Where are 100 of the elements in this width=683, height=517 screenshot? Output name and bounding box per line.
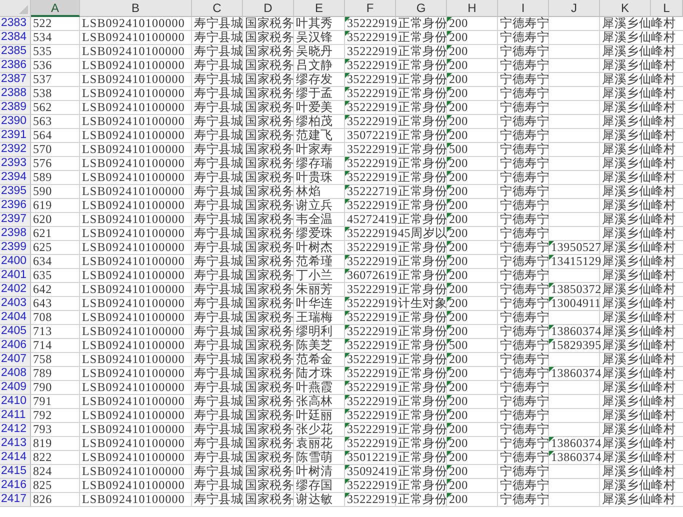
table-cell: 叶树杰 — [294, 241, 345, 255]
column-header[interactable]: G — [396, 0, 447, 17]
table-cell: LSB092410100000 — [80, 171, 192, 185]
table-cell: 韦全温 — [294, 213, 345, 227]
row-header[interactable]: 2389 — [0, 101, 31, 115]
row-header[interactable]: 2392 — [0, 143, 31, 157]
row-header[interactable]: 2397 — [0, 213, 31, 227]
select-all-icon[interactable] — [19, 5, 28, 14]
column-header[interactable]: D — [243, 0, 294, 17]
row-header[interactable]: 2408 — [0, 367, 31, 381]
table-cell: 叶华连 — [294, 297, 345, 311]
table-cell: 正常身份 — [396, 101, 447, 115]
table-cell: 正常身份 — [396, 213, 447, 227]
row-header[interactable]: 2399 — [0, 241, 31, 255]
row-header[interactable]: 2406 — [0, 339, 31, 353]
table-cell: 200 — [447, 409, 498, 423]
table-cell: 国家税务 — [243, 115, 294, 129]
column-header[interactable]: E — [294, 0, 345, 17]
table-cell: 正常身份 — [396, 45, 447, 59]
table-cell: 犀溪乡仙峰村 — [600, 59, 683, 73]
row-header[interactable]: 2394 — [0, 171, 31, 185]
table-cell: 537 — [31, 73, 80, 87]
table-cell: LSB092410100000 — [80, 297, 192, 311]
table-cell: 宁德寿宁 — [498, 185, 549, 199]
table-cell: 国家税务 — [243, 213, 294, 227]
row-header[interactable]: 2410 — [0, 395, 31, 409]
table-cell: 陆才珠 — [294, 367, 345, 381]
table-cell: LSB092410100000 — [80, 129, 192, 143]
column-header[interactable]: H — [447, 0, 498, 17]
table-cell: 朱丽芳 — [294, 283, 345, 297]
table-cell: 寿宁县城 — [192, 339, 243, 353]
column-header[interactable]: A — [31, 0, 80, 17]
table-cell: 35092419 — [345, 465, 396, 479]
table-cell: 564 — [31, 129, 80, 143]
table-cell: 正常身份 — [396, 31, 447, 45]
row-header[interactable]: 2413 — [0, 437, 31, 451]
table-cell: 200 — [447, 199, 498, 213]
row-header[interactable]: 2391 — [0, 129, 31, 143]
row-header[interactable]: 2400 — [0, 255, 31, 269]
row-header[interactable]: 2402 — [0, 283, 31, 297]
row-header[interactable]: 2412 — [0, 423, 31, 437]
error-indicator-icon — [549, 283, 554, 288]
table-cell: 寿宁县城 — [192, 143, 243, 157]
row-header[interactable]: 2414 — [0, 451, 31, 465]
table-cell: 犀溪乡仙峰村 — [600, 157, 683, 171]
table-cell: 犀溪乡仙峰村 — [600, 451, 683, 465]
row-header[interactable]: 2405 — [0, 325, 31, 339]
column-header[interactable]: C — [192, 0, 243, 17]
table-cell: 35222919 — [345, 101, 396, 115]
table-cell: 200 — [447, 297, 498, 311]
row-header[interactable]: 2393 — [0, 157, 31, 171]
column-header[interactable]: K — [600, 0, 651, 17]
table-cell: 犀溪乡仙峰村 — [600, 493, 683, 507]
row-header[interactable]: 2395 — [0, 185, 31, 199]
row-header[interactable]: 2404 — [0, 311, 31, 325]
row-header[interactable]: 2396 — [0, 199, 31, 213]
table-cell: LSB092410100000 — [80, 143, 192, 157]
row-header[interactable]: 2411 — [0, 409, 31, 423]
row-header[interactable]: 2390 — [0, 115, 31, 129]
table-cell: 寿宁县城 — [192, 325, 243, 339]
row-header[interactable]: 2415 — [0, 465, 31, 479]
table-cell: LSB092410100000 — [80, 213, 192, 227]
column-header[interactable]: I — [498, 0, 549, 17]
row-header[interactable]: 2384 — [0, 31, 31, 45]
row-header[interactable]: 2385 — [0, 45, 31, 59]
row-header[interactable]: 2409 — [0, 381, 31, 395]
table-cell: 袁丽花 — [294, 437, 345, 451]
table-cell: 寿宁县城 — [192, 381, 243, 395]
table-cell: 正常身份 — [396, 423, 447, 437]
row-header[interactable]: 2416 — [0, 479, 31, 493]
table-cell: LSB092410100000 — [80, 185, 192, 199]
column-header[interactable]: J — [549, 0, 600, 17]
table-cell: 宁德寿宁 — [498, 171, 549, 185]
table-cell: 36072619 — [345, 269, 396, 283]
table-cell: 正常身份 — [396, 311, 447, 325]
row-header[interactable]: 2387 — [0, 73, 31, 87]
table-cell: 790 — [31, 381, 80, 395]
table-cell: 宁德寿宁 — [498, 395, 549, 409]
table-cell: 35222919 — [345, 255, 396, 269]
table-cell: 国家税务 — [243, 339, 294, 353]
table-cell: 宁德寿宁 — [498, 353, 549, 367]
row-header[interactable]: 2403 — [0, 297, 31, 311]
table-cell: 寿宁县城 — [192, 59, 243, 73]
row-header[interactable]: 2398 — [0, 227, 31, 241]
row-header[interactable]: 2401 — [0, 269, 31, 283]
column-header[interactable]: F — [345, 0, 396, 17]
row-header[interactable]: 2407 — [0, 353, 31, 367]
column-header[interactable]: B — [80, 0, 192, 17]
table-cell: 国家税务 — [243, 381, 294, 395]
table-cell: 宁德寿宁 — [498, 437, 549, 451]
row-header[interactable]: 2383 — [0, 17, 31, 31]
row-header[interactable]: 2386 — [0, 59, 31, 73]
table-cell: 宁德寿宁 — [498, 269, 549, 283]
row-header[interactable]: 2388 — [0, 87, 31, 101]
table-cell: 宁德寿宁 — [498, 367, 549, 381]
table-cell: LSB092410100000 — [80, 255, 192, 269]
table-cell: 犀溪乡仙峰村 — [600, 465, 683, 479]
column-header[interactable]: L — [651, 0, 683, 17]
table-cell: 国家税务 — [243, 73, 294, 87]
row-header[interactable]: 2417 — [0, 493, 31, 507]
